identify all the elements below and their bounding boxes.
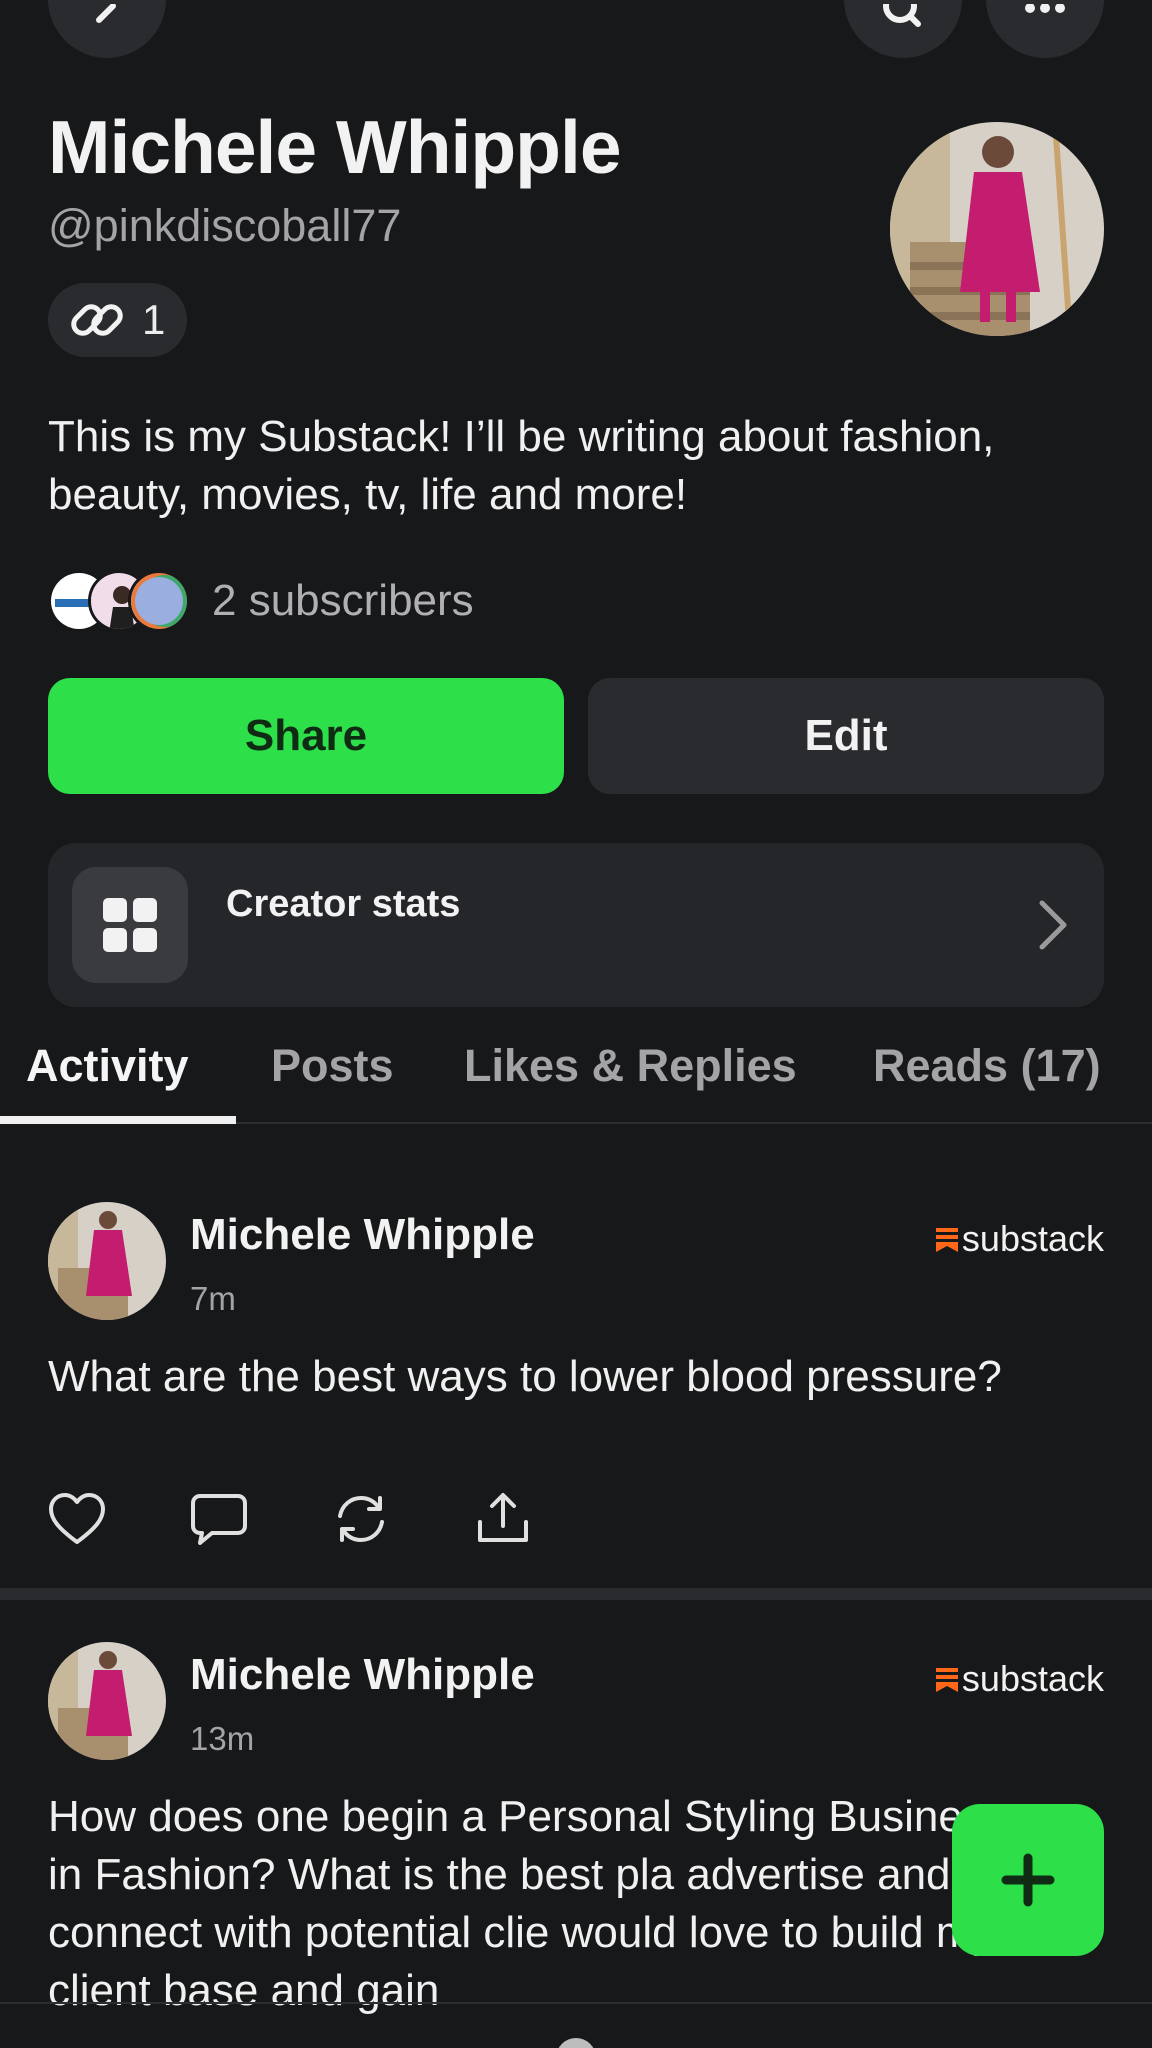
profile-tabs: Activity Posts Likes & Replies Reads (17… (0, 1000, 1152, 1124)
substack-brand[interactable]: substack (935, 1218, 1104, 1260)
tab-bar-indicator (556, 2038, 596, 2048)
post-body: What are the best ways to lower blood pr… (48, 1352, 1002, 1401)
post-author-name[interactable]: Michele Whipple (190, 1210, 535, 1260)
more-icon (1025, 4, 1065, 13)
post-body: How does one begin a Personal Styling Bu… (48, 1792, 1007, 2015)
post-time: 13m (190, 1720, 255, 1757)
profile-bio: This is my Substack! I’ll be writing abo… (48, 412, 995, 519)
stats-icon-box (72, 867, 188, 983)
comment-icon[interactable] (190, 1492, 248, 1546)
brand-label: substack (961, 1218, 1104, 1259)
bottom-divider (0, 2002, 1152, 2004)
links-pill[interactable]: 1 (48, 283, 188, 357)
profile-avatar[interactable] (890, 122, 1104, 336)
brand-label: substack (961, 1658, 1104, 1699)
post-author-name[interactable]: Michele Whipple (190, 1650, 535, 1700)
compose-button[interactable] (952, 1804, 1104, 1956)
substack-logo-icon (935, 1228, 958, 1252)
search-icon (883, 4, 921, 27)
edit-button[interactable]: Edit (588, 678, 1104, 794)
grid-icon (103, 898, 157, 952)
post-author-avatar[interactable] (48, 1202, 166, 1320)
plus-icon (1001, 1853, 1055, 1907)
share-button[interactable]: Share (48, 678, 564, 794)
tab-posts[interactable]: Posts (271, 1040, 394, 1092)
subscriber-avatar (128, 570, 190, 632)
substack-logo-icon (935, 1668, 958, 1692)
subscribers-row[interactable]: 2 subscribers (48, 568, 474, 634)
restack-icon[interactable] (332, 1492, 390, 1546)
links-count: 1 (142, 296, 166, 343)
tab-activity[interactable]: Activity (26, 1040, 189, 1092)
post-separator (0, 1588, 1152, 1600)
profile-handle: @pinkdiscoball77 (48, 200, 402, 251)
tab-reads[interactable]: Reads (17) (873, 1040, 1101, 1092)
back-button[interactable] (48, 0, 166, 58)
chevron-left-icon (96, 4, 116, 23)
creator-stats-label: Creator stats (226, 883, 461, 925)
chevron-right-icon (1039, 900, 1067, 950)
subscribers-count: 2 subscribers (212, 576, 474, 625)
post-actions (48, 1492, 532, 1546)
heart-icon[interactable] (48, 1492, 106, 1546)
search-button[interactable] (844, 0, 962, 58)
profile-name: Michele Whipple (48, 105, 622, 189)
substack-brand[interactable]: substack (935, 1658, 1104, 1700)
more-button[interactable] (986, 0, 1104, 58)
tab-likes-replies[interactable]: Likes & Replies (464, 1040, 797, 1092)
share-icon[interactable] (474, 1492, 532, 1546)
top-bar (0, 0, 1152, 70)
post-author-avatar[interactable] (48, 1642, 166, 1760)
creator-stats-card[interactable]: Creator stats (48, 843, 1104, 1007)
active-tab-indicator (0, 1116, 236, 1124)
post-time: 7m (190, 1280, 236, 1317)
link-icon (71, 304, 123, 336)
